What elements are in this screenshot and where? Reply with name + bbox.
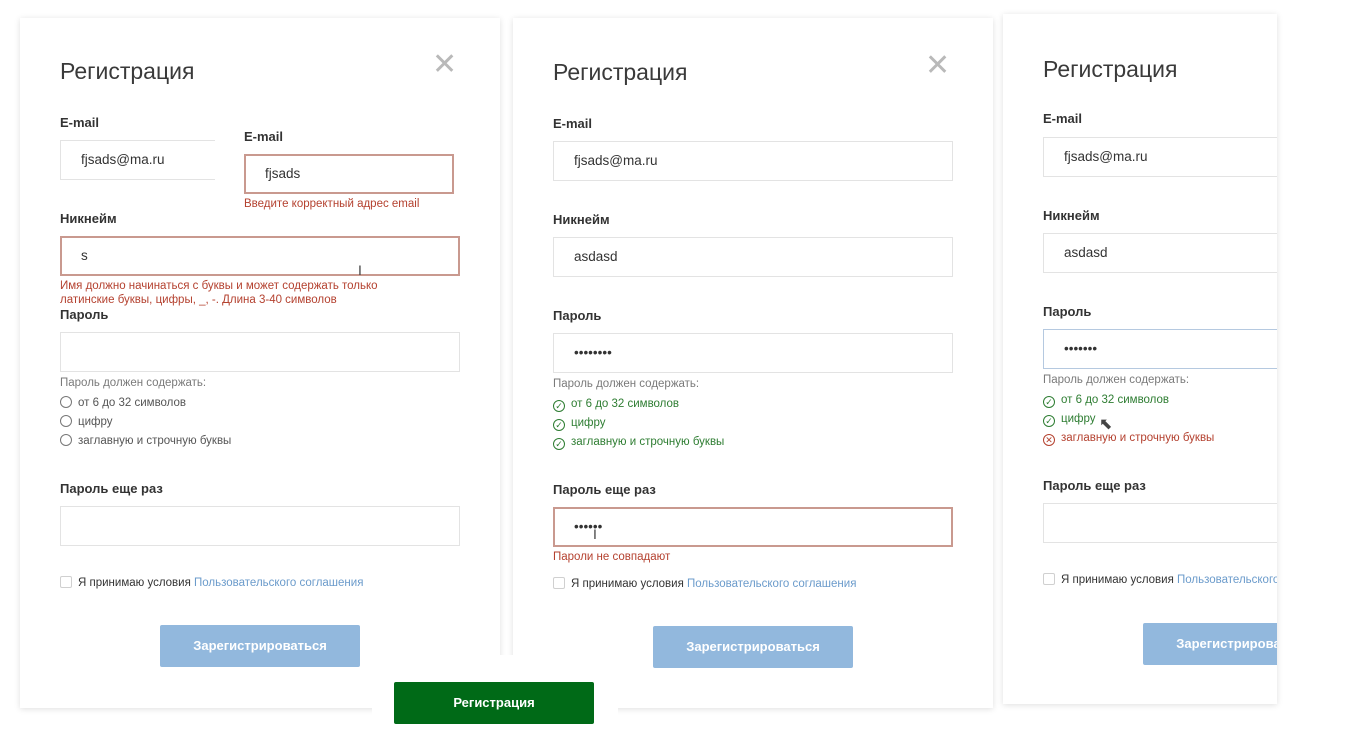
terms-checkbox[interactable] [1043, 573, 1055, 585]
page-title: Регистрация [60, 58, 195, 84]
requirement-digit: цифру [60, 413, 231, 432]
terms-agreement: Я принимаю условия Пользовательского сог… [60, 576, 363, 589]
requirement-case: ✓ заглавную и строчную буквы [553, 433, 724, 452]
password-repeat-label: Пароль еще раз [60, 481, 163, 496]
nickname-label: Никнейм [553, 212, 610, 227]
password-repeat-field[interactable]: •••••• [553, 507, 953, 547]
mouse-pointer-icon: ⬉ [1099, 416, 1113, 433]
password-hint: Пароль должен содержать: [553, 378, 700, 390]
requirement-digit: ✓ цифру [553, 414, 724, 433]
password-repeat-field[interactable] [60, 506, 460, 546]
email-field[interactable]: fjsads [244, 154, 454, 194]
register-button[interactable]: Зарегистрироваться [1143, 623, 1277, 665]
nickname-field[interactable]: asdasd [553, 237, 953, 277]
password-hint: Пароль должен содержать: [60, 377, 207, 389]
x-circle-icon: ✕ [1043, 434, 1055, 446]
text-cursor-icon: I [358, 262, 362, 278]
empty-circle-icon [60, 415, 72, 427]
registration-button-green[interactable]: Регистрация [394, 682, 594, 724]
nickname-label: Никнейм [60, 211, 117, 226]
terms-link[interactable]: Пользовательского соглашения [687, 578, 856, 590]
password-repeat-label: Пароль еще раз [1043, 478, 1146, 493]
page-title: Регистрация [1043, 56, 1178, 82]
email-label: E-mail [553, 116, 593, 131]
check-circle-icon: ✓ [553, 400, 565, 412]
requirement-length: от 6 до 32 символов [60, 394, 231, 413]
terms-agreement: Я принимаю условия Пользовательского сог… [1043, 573, 1277, 586]
email-field[interactable]: fjsads@ma.ru [1043, 137, 1277, 177]
empty-circle-icon [60, 396, 72, 408]
terms-link[interactable]: Пользовательского соглашения [1177, 574, 1277, 586]
register-button[interactable]: Зарегистрироваться [653, 626, 853, 668]
nickname-field[interactable]: s [60, 236, 460, 276]
check-circle-icon: ✓ [1043, 396, 1055, 408]
registration-panel-2: Регистрация ✕ E-mail fjsads@ma.ru Никней… [513, 18, 993, 708]
requirement-digit: ✓ цифру [1043, 410, 1214, 429]
terms-link[interactable]: Пользовательского соглашения [194, 577, 363, 589]
password-repeat-field[interactable] [1043, 503, 1277, 543]
email-label: E-mail [244, 129, 284, 144]
email-label: E-mail [1043, 111, 1083, 126]
page-title: Регистрация [553, 59, 688, 85]
password-repeat-label: Пароль еще раз [553, 482, 656, 497]
requirement-case: заглавную и строчную буквы [60, 432, 231, 451]
email-error-inset: E-mail fjsads Введите корректный адрес e… [215, 118, 460, 213]
registration-panel-3: Регистрация E-mail fjsads@ma.ru Никнейм … [1003, 14, 1277, 704]
close-icon[interactable]: ✕ [432, 50, 457, 80]
requirement-length: ✓ от 6 до 32 символов [553, 395, 724, 414]
check-circle-icon: ✓ [1043, 415, 1055, 427]
nickname-field[interactable]: asdasd [1043, 233, 1277, 273]
password-label: Пароль [553, 308, 602, 323]
terms-checkbox[interactable] [553, 577, 565, 589]
email-field[interactable]: fjsads@ma.ru [553, 141, 953, 181]
requirement-case: ✕ заглавную и строчную буквы [1043, 429, 1214, 448]
password-requirements: от 6 до 32 символов цифру заглавную и ст… [60, 394, 231, 451]
text-cursor-icon: I [593, 526, 597, 542]
terms-agreement: Я принимаю условия Пользовательского сог… [553, 577, 856, 590]
check-circle-icon: ✓ [553, 438, 565, 450]
nickname-error: Имя должно начинаться с буквы и может со… [60, 280, 378, 306]
password-hint: Пароль должен содержать: [1043, 374, 1190, 386]
requirement-length: ✓ от 6 до 32 символов [1043, 391, 1214, 410]
empty-circle-icon [60, 434, 72, 446]
password-requirements: ✓ от 6 до 32 символов ✓ цифру ✕ заглавную и… [1043, 391, 1214, 448]
password-field[interactable]: ••••••• [1043, 329, 1277, 369]
nickname-label: Никнейм [1043, 208, 1100, 223]
password-label: Пароль [60, 307, 109, 322]
register-button[interactable]: Зарегистрироваться [160, 625, 360, 667]
email-label: E-mail [60, 115, 100, 130]
registration-panel-1: Регистрация ✕ E-mail fjsads@ma.ru Никней… [20, 18, 500, 708]
password-requirements: ✓ от 6 до 32 символов ✓ цифру ✓ заглавную и… [553, 395, 724, 452]
password-field[interactable]: •••••••• [553, 333, 953, 373]
terms-checkbox[interactable] [60, 576, 72, 588]
close-icon[interactable]: ✕ [925, 51, 950, 81]
email-error: Введите корректный адрес email [244, 198, 420, 210]
password-mismatch-error: Пароли не совпадают [553, 551, 671, 563]
check-circle-icon: ✓ [553, 419, 565, 431]
password-field[interactable] [60, 332, 460, 372]
password-label: Пароль [1043, 304, 1092, 319]
